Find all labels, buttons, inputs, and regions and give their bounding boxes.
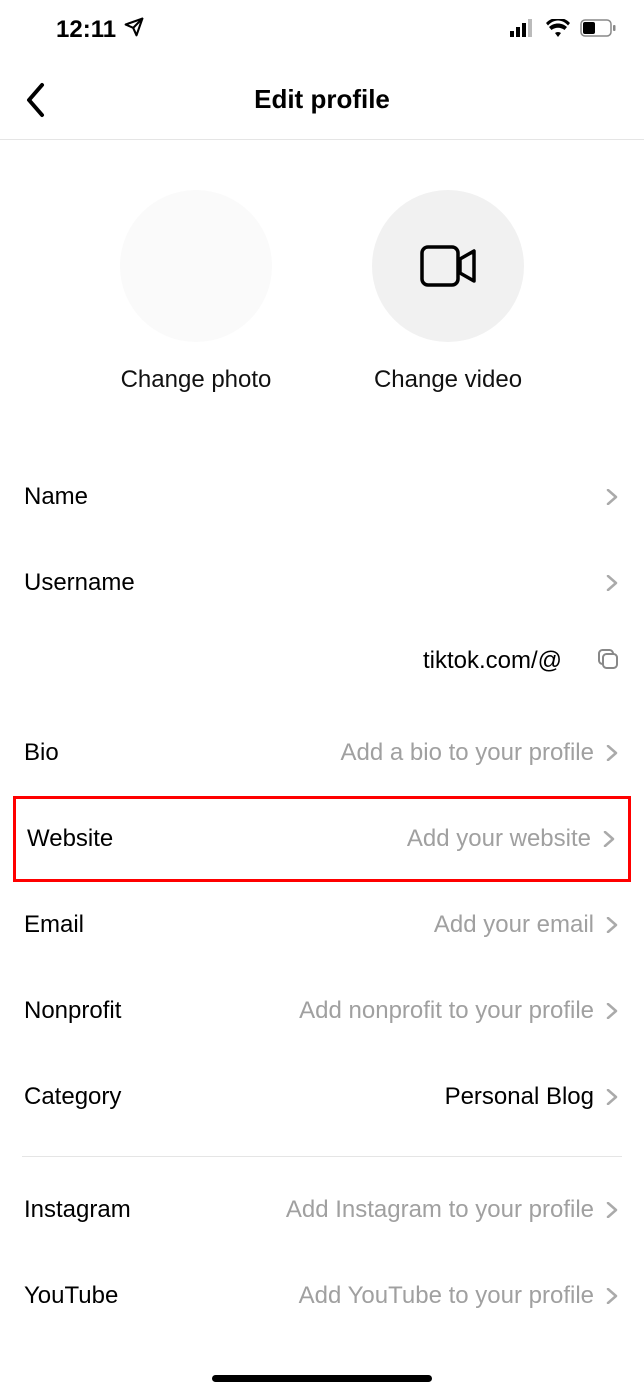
status-right <box>510 19 616 42</box>
chevron-right-icon <box>604 745 620 761</box>
bio-row[interactable]: Bio Add a bio to your profile <box>0 710 644 796</box>
instagram-row[interactable]: Instagram Add Instagram to your profile <box>0 1167 644 1253</box>
category-row[interactable]: Category Personal Blog <box>0 1054 644 1140</box>
photo-avatar-circle <box>120 190 272 342</box>
name-row[interactable]: Name <box>0 454 644 540</box>
status-time: 12:11 <box>56 16 116 44</box>
video-avatar-circle <box>372 190 524 342</box>
chevron-right-icon <box>604 917 620 933</box>
back-button[interactable] <box>24 82 46 118</box>
username-row[interactable]: Username <box>0 540 644 626</box>
page-title: Edit profile <box>0 84 644 115</box>
website-label: Website <box>27 825 113 853</box>
website-value: Add your website <box>113 825 591 853</box>
home-indicator[interactable] <box>212 1375 432 1382</box>
name-label: Name <box>24 483 88 511</box>
bio-value: Add a bio to your profile <box>59 739 594 767</box>
change-video-button[interactable]: Change video <box>372 190 524 394</box>
email-label: Email <box>24 911 84 939</box>
chevron-right-icon <box>604 1202 620 1218</box>
status-bar: 12:11 <box>0 0 644 60</box>
chevron-right-icon <box>604 1288 620 1304</box>
profile-url-row: tiktok.com/@ <box>0 626 644 696</box>
wifi-icon <box>546 19 570 42</box>
chevron-right-icon <box>604 489 620 505</box>
video-camera-icon <box>420 245 476 287</box>
email-row[interactable]: Email Add your email <box>0 882 644 968</box>
username-label: Username <box>24 569 135 597</box>
chevron-right-icon <box>604 1003 620 1019</box>
change-photo-button[interactable]: Change photo <box>120 190 272 394</box>
nonprofit-row[interactable]: Nonprofit Add nonprofit to your profile <box>0 968 644 1054</box>
location-icon <box>124 16 144 44</box>
header: Edit profile <box>0 60 644 140</box>
chevron-right-icon <box>604 1089 620 1105</box>
battery-icon <box>580 19 616 42</box>
change-photo-label: Change photo <box>121 366 272 394</box>
instagram-label: Instagram <box>24 1196 131 1224</box>
email-value: Add your email <box>84 911 594 939</box>
copy-button[interactable] <box>596 647 620 676</box>
change-video-label: Change video <box>374 366 522 394</box>
chevron-right-icon <box>601 831 617 847</box>
nonprofit-label: Nonprofit <box>24 997 121 1025</box>
copy-icon <box>596 647 620 671</box>
youtube-label: YouTube <box>24 1282 118 1310</box>
instagram-value: Add Instagram to your profile <box>131 1196 594 1224</box>
profile-url-text: tiktok.com/@ <box>423 647 562 675</box>
chevron-left-icon <box>24 82 46 118</box>
media-section: Change photo Change video <box>0 140 644 454</box>
bio-label: Bio <box>24 739 59 767</box>
youtube-value: Add YouTube to your profile <box>118 1282 594 1310</box>
category-label: Category <box>24 1083 121 1111</box>
status-left: 12:11 <box>56 16 144 44</box>
chevron-right-icon <box>604 575 620 591</box>
cellular-icon <box>510 19 536 42</box>
website-row[interactable]: Website Add your website <box>13 796 631 882</box>
nonprofit-value: Add nonprofit to your profile <box>121 997 594 1025</box>
section-divider <box>22 1156 622 1157</box>
youtube-row[interactable]: YouTube Add YouTube to your profile <box>0 1253 644 1339</box>
category-value: Personal Blog <box>121 1083 594 1111</box>
